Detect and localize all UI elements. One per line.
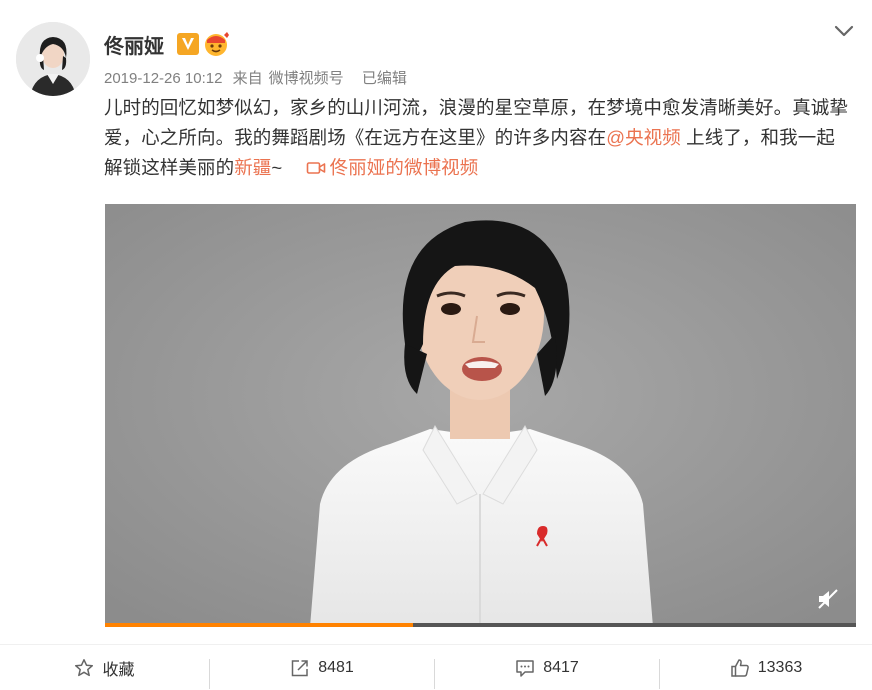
- edited-label[interactable]: 已编辑: [362, 70, 407, 87]
- repost-button[interactable]: 8481: [210, 645, 434, 690]
- mention-link[interactable]: @央视频: [606, 127, 681, 148]
- emoji-badge-icon: [205, 32, 229, 56]
- mute-icon[interactable]: [816, 587, 840, 611]
- video-progress-fill: [105, 623, 413, 627]
- timestamp[interactable]: 2019-12-26 10:12: [104, 70, 222, 87]
- tag-link[interactable]: 新疆: [234, 157, 271, 178]
- favorite-button[interactable]: 收藏: [0, 645, 209, 690]
- weibo-post-card: 佟丽娅 2019-12-26 10:12 来自 微博视频号 已编辑 儿时的回忆如梦…: [0, 0, 872, 690]
- video-player[interactable]: [105, 204, 856, 627]
- video-progress-bar[interactable]: [105, 623, 856, 627]
- post-meta: 2019-12-26 10:12 来自 微博视频号 已编辑: [104, 67, 413, 88]
- comment-count: 8417: [543, 659, 579, 676]
- chevron-down-icon[interactable]: [833, 22, 855, 40]
- action-bar: 收藏 8481 8417 13363: [0, 644, 872, 690]
- video-frame: [105, 204, 856, 627]
- like-button[interactable]: 13363: [660, 645, 872, 690]
- source[interactable]: 微博视频号: [269, 70, 344, 87]
- favorite-label: 收藏: [102, 662, 135, 679]
- avatar[interactable]: [16, 22, 90, 96]
- verified-icon: [177, 33, 199, 55]
- author-name[interactable]: 佟丽娅: [104, 30, 164, 59]
- repost-count: 8481: [318, 659, 354, 676]
- star-icon: [75, 659, 94, 677]
- comment-icon: [516, 660, 534, 677]
- comment-button[interactable]: 8417: [435, 645, 659, 690]
- repost-icon: [291, 660, 308, 677]
- video-link[interactable]: 佟丽娅的微博视频: [306, 157, 479, 178]
- like-count: 13363: [757, 659, 803, 676]
- video-link-label: 佟丽娅的微博视频: [329, 157, 479, 178]
- source-prefix: 来自: [232, 70, 263, 87]
- like-icon: [731, 659, 749, 677]
- post-text: 儿时的回忆如梦似幻，家乡的山川河流，浪漫的星空草原，在梦境中愈发清晰美好。真诚挚…: [104, 93, 849, 183]
- post-text-part3: ~: [271, 157, 283, 178]
- video-camera-icon: [306, 162, 325, 174]
